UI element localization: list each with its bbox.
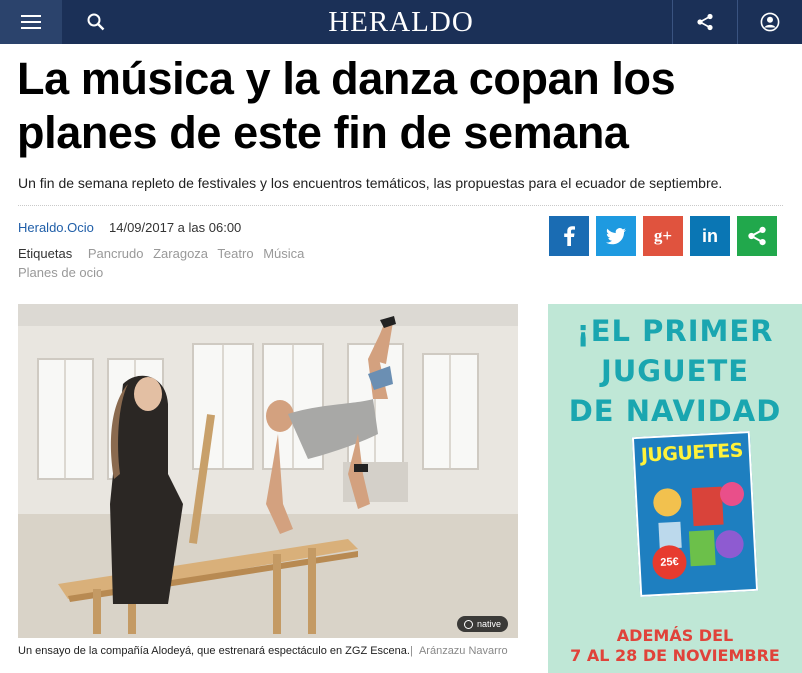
ad-headline-line-1: ¡EL PRIMER (576, 314, 774, 348)
article-subtitle: Un fin de semana repleto de festivales y… (18, 175, 723, 191)
ad-headline-line-3: DE NAVIDAD (568, 394, 782, 428)
facebook-share-button[interactable] (549, 216, 589, 256)
tag-link[interactable]: Zaragoza (153, 246, 208, 261)
native-badge: native (456, 616, 508, 632)
header-share-button[interactable] (672, 0, 736, 44)
ad-headline-line-2: JUGUETE (600, 354, 750, 388)
user-account-button[interactable] (737, 0, 802, 44)
tag-list: Etiquetas Pancrudo Zaragoza Teatro Músic… (18, 244, 338, 282)
share-icon (696, 13, 713, 31)
article-date: 14/09/2017 a las 06:00 (109, 220, 242, 235)
facebook-icon (564, 226, 575, 246)
share-icon (748, 226, 766, 246)
linkedin-icon: in (702, 225, 718, 246)
top-navigation-bar: HERALDO (0, 0, 802, 44)
photo-caption: Un ensayo de la compañía Alodeyá, que es… (18, 643, 518, 660)
tag-link[interactable]: Música (263, 246, 304, 261)
twitter-icon (606, 227, 626, 244)
caption-separator: | (409, 645, 413, 657)
dance-rehearsal-image (18, 304, 518, 638)
toy-catalog-image: JUGUETES 25€ (631, 431, 759, 597)
section-link[interactable]: Heraldo.Ocio (18, 220, 94, 235)
tags-label: Etiquetas (18, 246, 73, 261)
tag-link[interactable]: Planes de ocio (18, 265, 103, 280)
photo-credit: Aránzazu Navarro (418, 645, 508, 657)
google-plus-icon: g+ (653, 226, 673, 245)
article-photo[interactable]: native (18, 304, 518, 638)
ad-promo-line-1: ADEMÁS DEL (616, 626, 734, 645)
advertisement-banner[interactable]: ¡EL PRIMER JUGUETE DE NAVIDAD JUGUETES 2… (548, 304, 802, 673)
catalog-illustration (653, 482, 745, 567)
tag-link[interactable]: Teatro (217, 246, 253, 261)
generic-share-button[interactable] (737, 216, 777, 256)
linkedin-share-button[interactable]: in (690, 216, 730, 256)
caption-text: Un ensayo de la compañía Alodeyá, que es… (18, 645, 410, 657)
article-section: Heraldo.Ocio (18, 220, 94, 235)
article-headline: La música y la danza copan los planes de… (17, 53, 676, 158)
user-icon (760, 12, 780, 32)
tag-link[interactable]: Pancrudo (88, 246, 144, 261)
twitter-share-button[interactable] (596, 216, 636, 256)
native-badge-label: native (476, 619, 501, 629)
native-icon (463, 619, 473, 629)
divider (18, 205, 783, 206)
ad-promo-line-2: 7 AL 28 DE NOVIEMBRE (570, 646, 780, 665)
google-plus-share-button[interactable]: g+ (643, 216, 683, 256)
